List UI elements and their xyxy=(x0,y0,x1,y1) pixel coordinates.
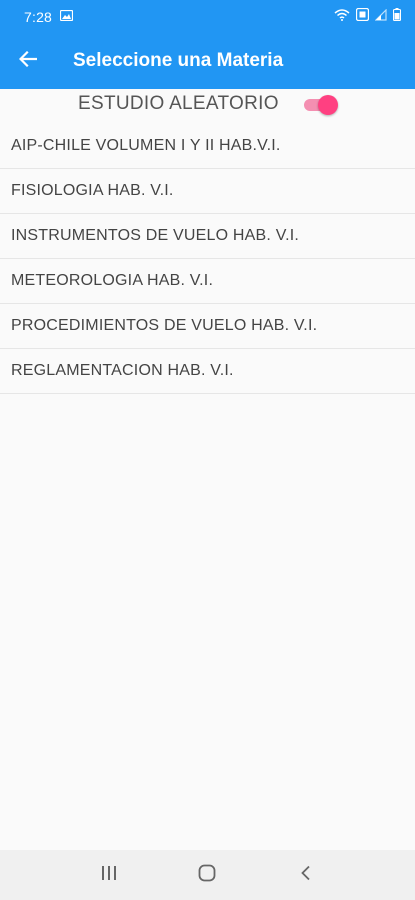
battery-icon xyxy=(392,7,402,26)
home-button[interactable] xyxy=(177,850,237,900)
list-item[interactable]: REGLAMENTACION HAB. V.I. xyxy=(0,349,415,394)
recents-button[interactable] xyxy=(79,850,139,900)
page-title: Seleccione una Materia xyxy=(73,50,284,71)
random-study-toggle[interactable] xyxy=(304,95,338,115)
list-item[interactable]: FISIOLOGIA HAB. V.I. xyxy=(0,169,415,214)
list-item[interactable]: INSTRUMENTOS DE VUELO HAB. V.I. xyxy=(0,214,415,259)
list-item[interactable]: AIP-CHILE VOLUMEN I Y II HAB.V.I. xyxy=(0,124,415,169)
signal-icon xyxy=(374,8,387,26)
random-study-label: ESTUDIO ALEATORIO xyxy=(78,93,279,114)
back-nav-button[interactable] xyxy=(276,850,336,900)
status-left: 7:28 xyxy=(24,8,74,26)
subject-list: AIP-CHILE VOLUMEN I Y II HAB.V.I. FISIOL… xyxy=(0,124,415,394)
random-study-row: ESTUDIO ALEATORIO xyxy=(0,89,415,121)
list-item[interactable]: PROCEDIMIENTOS DE VUELO HAB. V.I. xyxy=(0,304,415,349)
status-right xyxy=(334,7,402,26)
data-saver-icon xyxy=(355,7,370,26)
image-icon xyxy=(59,8,74,26)
toggle-thumb xyxy=(318,95,338,115)
back-nav-icon xyxy=(300,865,312,886)
status-time: 7:28 xyxy=(24,8,53,25)
system-nav-bar xyxy=(0,850,415,900)
status-bar: 7:28 xyxy=(0,0,415,33)
back-button[interactable] xyxy=(0,33,56,89)
recents-icon xyxy=(100,865,118,886)
arrow-left-icon xyxy=(18,50,38,72)
home-icon xyxy=(198,864,216,887)
wifi-icon xyxy=(334,8,350,26)
list-item[interactable]: METEOROLOGIA HAB. V.I. xyxy=(0,259,415,304)
app-bar: Seleccione una Materia xyxy=(0,33,415,89)
